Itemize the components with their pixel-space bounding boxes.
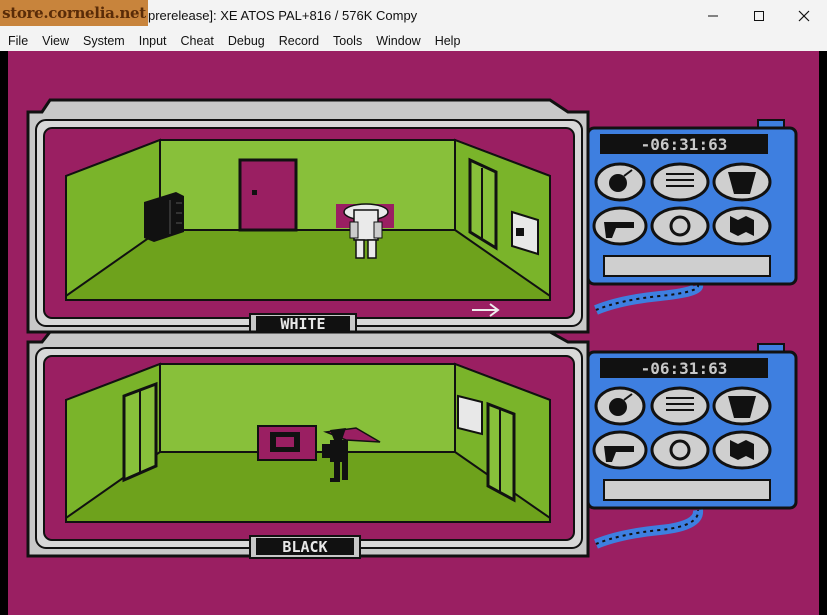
- black-room: [65, 362, 551, 523]
- menu-debug[interactable]: Debug: [221, 31, 272, 51]
- game-canvas: WHITE -06:31:63 BLACK -06:31:63: [0, 51, 827, 615]
- close-button[interactable]: [781, 0, 827, 31]
- minimize-button[interactable]: [690, 0, 736, 31]
- bucket-icon[interactable]: [712, 386, 772, 426]
- bomb-icon[interactable]: [594, 386, 646, 426]
- minimize-icon: [708, 15, 718, 16]
- time-bomb-icon[interactable]: [650, 206, 710, 246]
- menu-bar: File View System Input Cheat Debug Recor…: [0, 31, 827, 51]
- spring-icon[interactable]: [650, 386, 710, 426]
- window-title: prerelease]: XE ATOS PAL+816 / 576K Comp…: [148, 8, 418, 23]
- white-timer: -06:31:63: [641, 135, 728, 154]
- black-timer: -06:31:63: [641, 359, 728, 378]
- gun-icon[interactable]: [592, 430, 648, 470]
- white-panel: WHITE: [26, 98, 590, 335]
- black-label: BLACK: [282, 538, 327, 556]
- menu-system[interactable]: System: [76, 31, 132, 51]
- inventory-slot: [603, 255, 771, 277]
- maximize-button[interactable]: [736, 0, 782, 31]
- map-icon[interactable]: [712, 430, 772, 470]
- spring-icon[interactable]: [650, 162, 710, 202]
- black-panel: BLACK: [26, 330, 590, 559]
- bomb-icon[interactable]: [594, 162, 646, 202]
- close-icon: [798, 10, 810, 21]
- menu-input[interactable]: Input: [132, 31, 174, 51]
- game-screen[interactable]: WHITE -06:31:63 BLACK -06:31:63: [0, 51, 827, 615]
- white-room: [65, 138, 551, 301]
- bucket-icon[interactable]: [712, 162, 772, 202]
- gun-icon[interactable]: [592, 206, 648, 246]
- inventory-slot: [603, 479, 771, 501]
- menu-window[interactable]: Window: [369, 31, 427, 51]
- menu-view[interactable]: View: [35, 31, 76, 51]
- menu-cheat[interactable]: Cheat: [174, 31, 221, 51]
- back-door: [238, 158, 298, 232]
- menu-tools[interactable]: Tools: [326, 31, 369, 51]
- title-bar: store.cornelia.net prerelease]: XE ATOS …: [0, 0, 827, 31]
- menu-help[interactable]: Help: [428, 31, 468, 51]
- menu-record[interactable]: Record: [272, 31, 326, 51]
- tv-object: [257, 425, 317, 461]
- time-bomb-icon[interactable]: [650, 430, 710, 470]
- watermark-logo: store.cornelia.net: [0, 0, 148, 26]
- map-icon[interactable]: [712, 206, 772, 246]
- white-console: -06:31:63: [586, 119, 798, 315]
- menu-file[interactable]: File: [0, 31, 35, 51]
- maximize-icon: [754, 10, 764, 21]
- white-label: WHITE: [280, 315, 325, 333]
